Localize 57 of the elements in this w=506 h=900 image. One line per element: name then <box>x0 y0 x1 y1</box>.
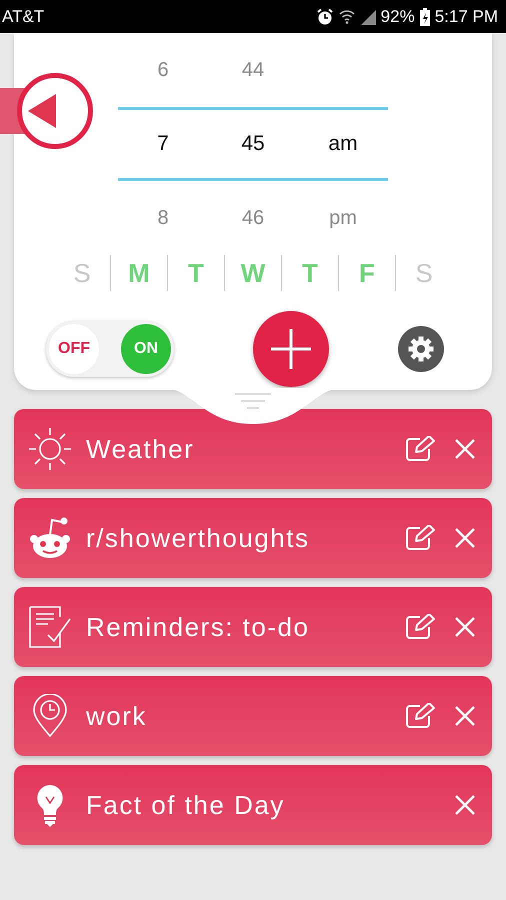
period-value[interactable]: pm <box>329 206 357 228</box>
back-arrow-icon <box>28 94 56 128</box>
sun-icon <box>28 427 72 471</box>
edit-button[interactable] <box>406 525 436 551</box>
battery-percent: 92% <box>380 6 415 26</box>
hour-value[interactable]: 8 <box>118 206 208 230</box>
edit-button[interactable] <box>406 703 436 729</box>
battery-icon <box>420 8 430 26</box>
minute-value[interactable]: 45 <box>208 132 298 156</box>
widget-title: work <box>86 700 148 732</box>
edit-button[interactable] <box>406 614 436 640</box>
weekday-toggle[interactable]: M <box>117 258 161 288</box>
edit-icon <box>406 614 436 640</box>
remove-button[interactable] <box>454 616 476 638</box>
remove-button[interactable] <box>454 438 476 460</box>
widget-title: Fact of the Day <box>86 790 286 820</box>
weekday-toggle[interactable]: T <box>174 258 218 288</box>
edit-icon <box>406 703 436 729</box>
checklist-icon <box>28 605 72 649</box>
minute-value[interactable]: 46 <box>208 206 298 230</box>
widget-card[interactable]: Reminders: to-do <box>14 587 492 667</box>
widget-card[interactable]: r/showerthoughts <box>14 498 492 578</box>
carrier-name: AT&T <box>2 6 44 26</box>
signal-icon <box>360 8 376 24</box>
period-value[interactable]: am <box>328 132 358 155</box>
remove-button[interactable] <box>454 527 476 549</box>
minute-value[interactable]: 44 <box>208 58 298 82</box>
settings-icon <box>407 335 435 363</box>
widget-card[interactable]: Fact of the Day <box>14 765 492 845</box>
widget-title: Reminders: to-do <box>86 612 310 642</box>
remove-button[interactable] <box>454 794 476 816</box>
weekday-toggle[interactable]: W <box>231 258 275 288</box>
widget-card[interactable]: Weather <box>14 409 492 489</box>
remove-button[interactable] <box>454 705 476 727</box>
close-icon <box>454 705 476 727</box>
alien-head-icon <box>28 516 72 560</box>
close-icon <box>454 438 476 460</box>
widget-title: Weather <box>86 434 196 464</box>
hour-value[interactable]: 6 <box>118 58 208 82</box>
close-icon <box>454 794 476 816</box>
edit-icon <box>406 525 436 551</box>
weekday-toggle[interactable]: T <box>288 258 332 288</box>
alarm-clock-icon <box>316 8 334 26</box>
hour-value[interactable]: 7 <box>118 132 208 156</box>
plus-icon <box>269 327 313 371</box>
widget-title: r/showerthoughts <box>86 522 310 554</box>
close-icon <box>454 616 476 638</box>
on-off-switch[interactable]: OFF ON <box>46 321 174 377</box>
wifi-icon <box>338 8 355 26</box>
widget-card[interactable]: work <box>14 676 492 756</box>
clock-time: 5:17 PM <box>434 6 498 26</box>
add-button[interactable] <box>253 311 329 387</box>
weekday-toggle[interactable]: F <box>345 258 389 288</box>
settings-button[interactable] <box>398 326 444 372</box>
edit-button[interactable] <box>406 436 436 462</box>
close-icon <box>454 527 476 549</box>
edit-icon <box>406 436 436 462</box>
